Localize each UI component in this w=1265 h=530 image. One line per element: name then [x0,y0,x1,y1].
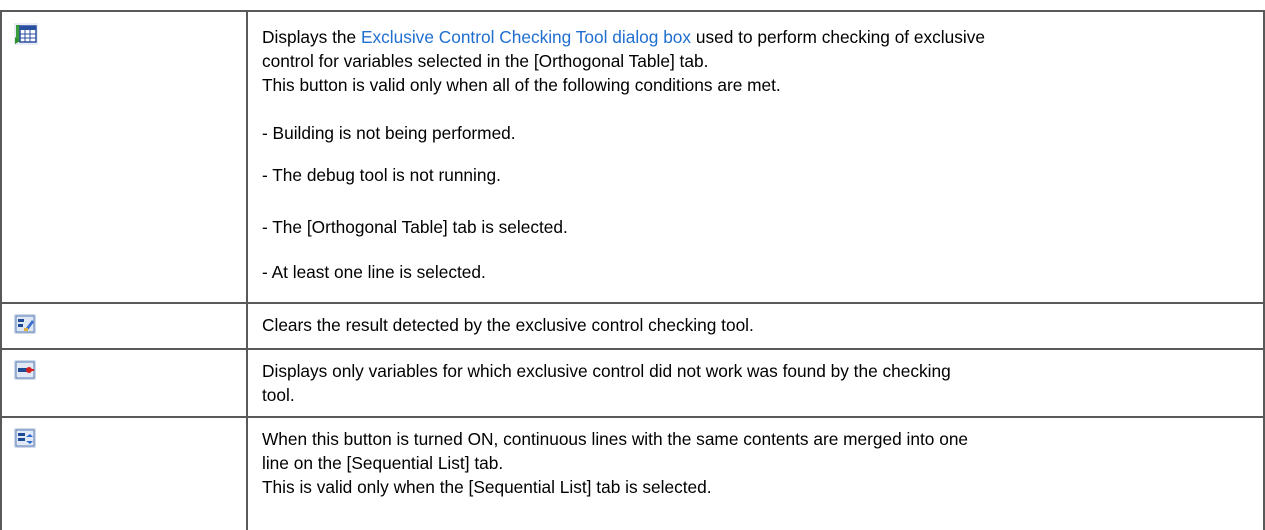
column-divider [246,10,248,530]
desc-text: When this button is turned ON, continuou… [262,429,969,449]
desc-text: control for variables selected in the [O… [262,51,709,71]
filter-variables-icon[interactable] [14,360,36,380]
desc-text: This button is valid only when all of th… [262,75,781,95]
exclusive-control-dialog-link[interactable]: Exclusive Control Checking Tool dialog b… [361,27,691,47]
table-border-left [0,10,2,530]
row-description: When this button is turned ON, continuou… [262,427,968,499]
row-divider [0,302,1265,304]
clear-result-icon[interactable] [14,314,36,334]
exclusive-control-check-icon[interactable] [14,23,38,45]
row-description: Displays the Exclusive Control Checking … [262,25,985,97]
row-divider [0,348,1265,350]
merge-lines-icon[interactable] [14,428,36,448]
desc-text: used to perform checking of exclusive [691,27,985,47]
row-description: Clears the result detected by the exclus… [262,313,754,337]
condition-item: - Building is not being performed. [262,123,516,143]
desc-text: tool. [262,385,295,405]
desc-text: Displays only variables for which exclus… [262,361,951,381]
condition-item: - At least one line is selected. [262,262,486,282]
table-border-top [0,10,1265,12]
condition-item: - The debug tool is not running. [262,165,501,185]
desc-text: line on the [Sequential List] tab. [262,453,504,473]
row-description: Displays only variables for which exclus… [262,359,951,407]
condition-item: - The [Orthogonal Table] tab is selected… [262,217,568,237]
row-divider [0,416,1265,418]
desc-text: Displays the [262,27,361,47]
desc-text: Clears the result detected by the exclus… [262,315,754,335]
desc-text: This is valid only when the [Sequential … [262,477,712,497]
